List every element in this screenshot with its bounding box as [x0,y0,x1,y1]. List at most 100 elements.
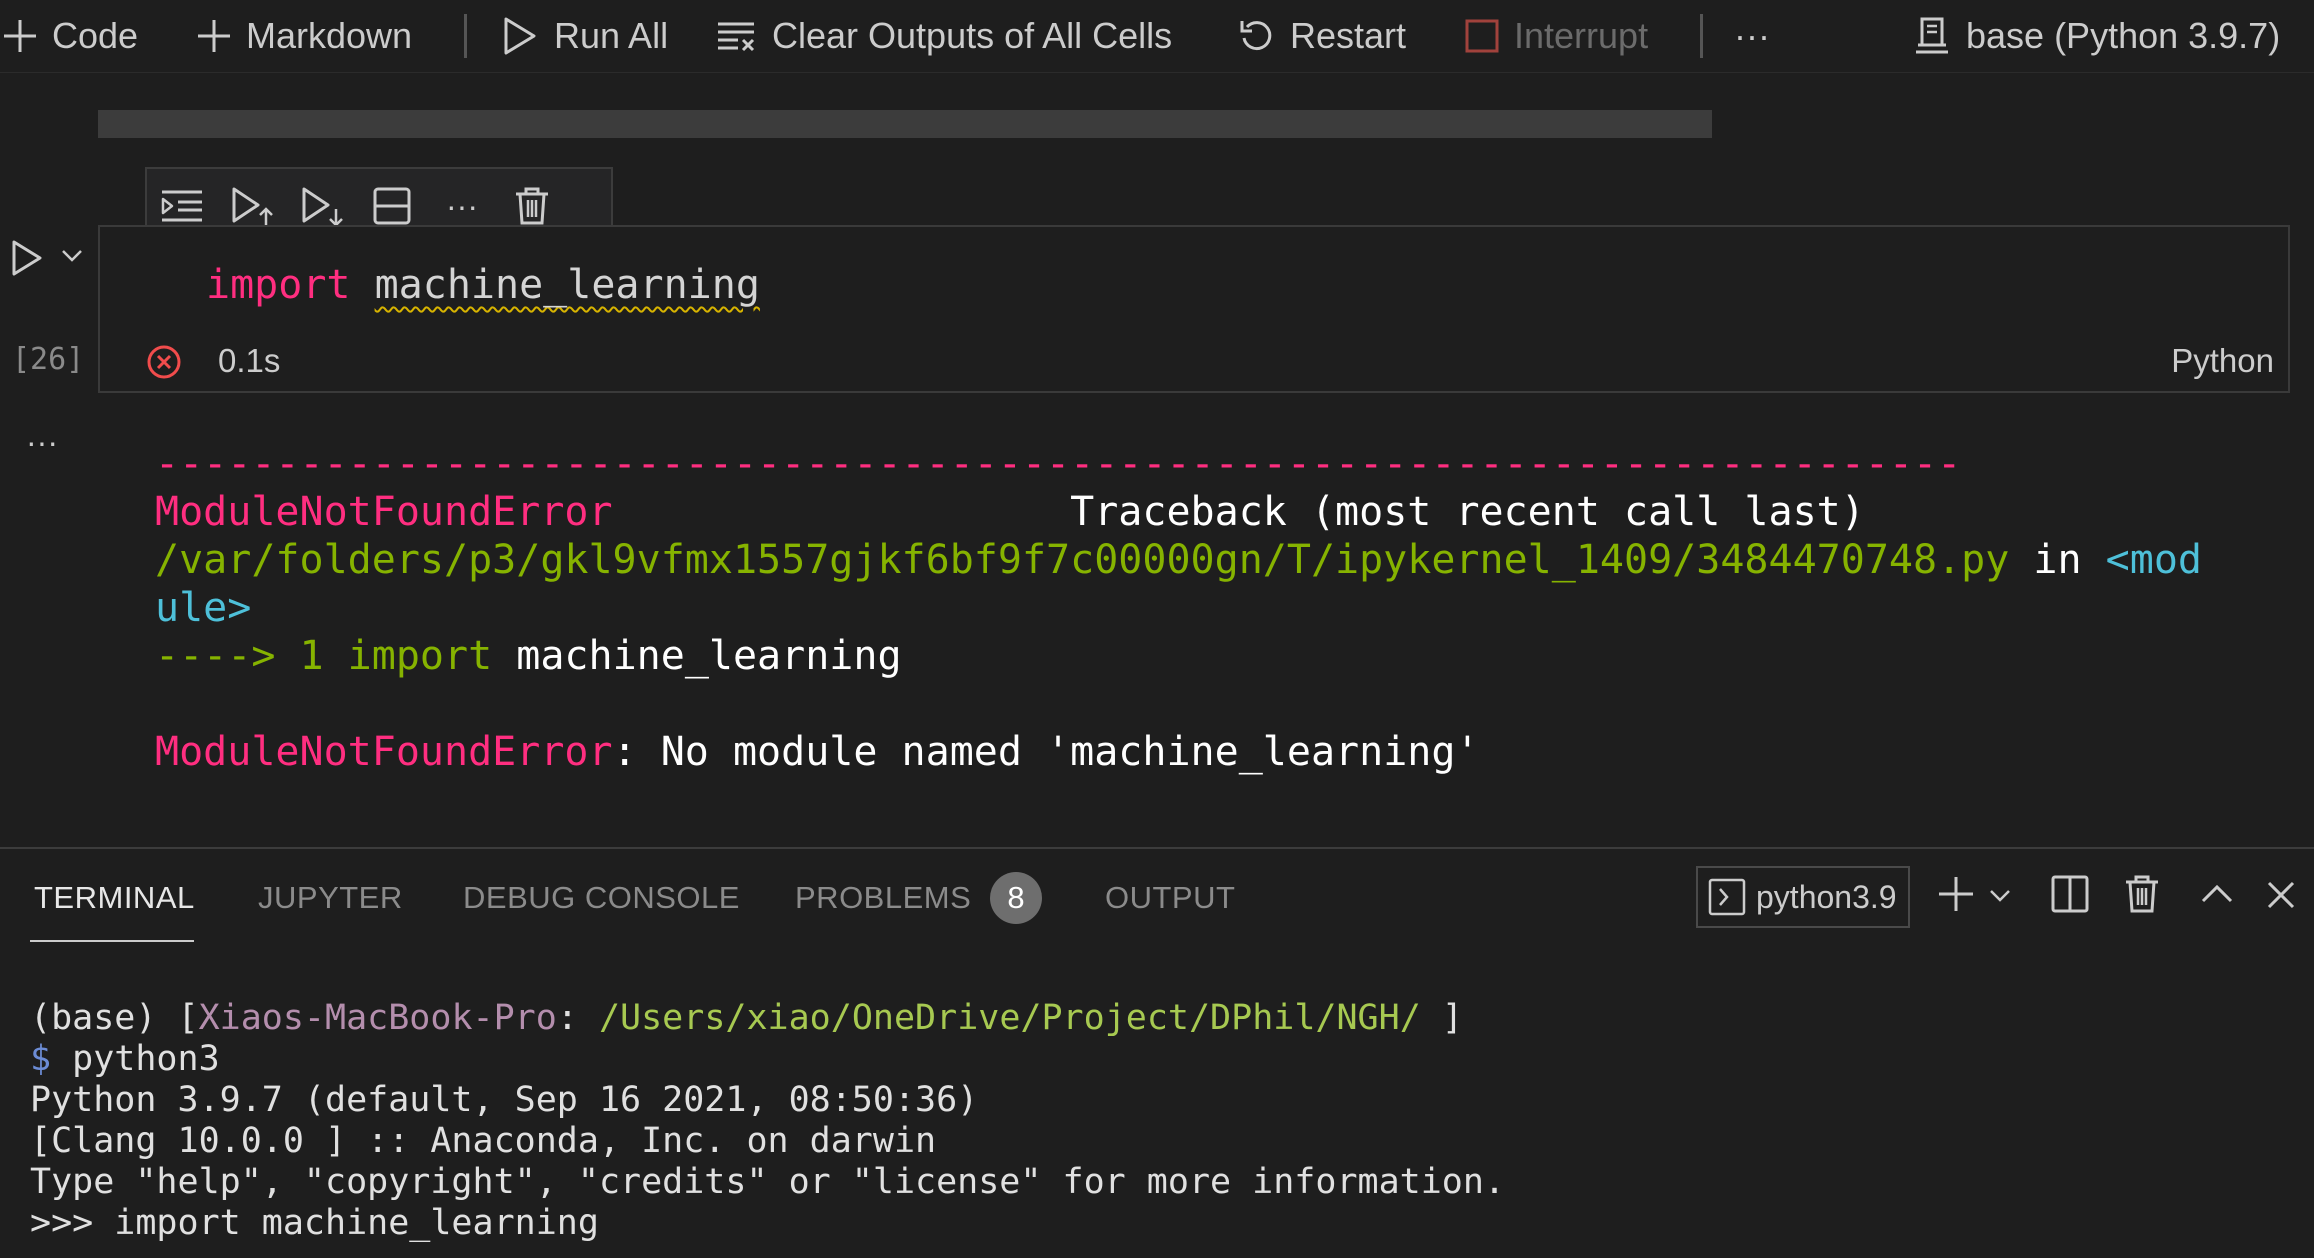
prompt-dollar: $ [30,1039,52,1079]
terminal-command-line: $ python3 [30,1039,1505,1080]
close-icon [2266,880,2296,910]
clear-outputs-button[interactable]: Clear Outputs of All Cells [716,0,1172,72]
kill-terminal-button[interactable] [2124,874,2160,914]
add-markdown-cell-button[interactable]: Markdown [196,0,412,72]
prompt-colon: : [556,998,599,1038]
terminal-name: python3.9 [1756,878,1897,915]
terminal-icon [1708,878,1746,916]
plus-icon [1936,874,1976,914]
split-cell-icon [372,186,412,226]
new-terminal-button[interactable] [1936,874,1976,914]
code-module-name: machine_learning [374,262,760,308]
tab-problems[interactable]: PROBLEMS [795,880,971,916]
tab-output[interactable]: OUTPUT [1105,880,1235,916]
execution-count: [26] [12,342,85,377]
traceback-in: in [2009,537,2106,583]
tab-debug-console[interactable]: DEBUG CONSOLE [463,880,740,916]
problems-count-badge: 8 [990,872,1042,924]
terminal-selector[interactable]: python3.9 [1696,866,1910,928]
run-above-icon [230,185,274,227]
run-options-button[interactable] [60,248,84,264]
maximize-panel-button[interactable] [2200,882,2234,904]
error-message-line: ModuleNotFoundError: No module named 'ma… [155,728,2285,776]
split-icon [2050,874,2090,914]
prompt-prefix: (base) [ [30,998,199,1038]
traceback-file-path: /var/folders/p3/gkl9vfmx1557gjkf6bf9f7c0… [155,537,2010,583]
traceback-module: machine_learning [492,633,902,679]
prompt-path: /Users/xiao/OneDrive/Project/DPhil/NGH/ [598,998,1421,1038]
collapsed-cell-bar[interactable] [98,110,1712,138]
interrupt-label: Interrupt [1514,15,1649,56]
execution-duration: 0.1s [218,342,281,379]
run-all-icon [500,16,540,56]
add-code-cell-button[interactable]: Code [2,0,138,72]
terminal-line: [Clang 10.0.0 ] :: Anaconda, Inc. on dar… [30,1121,937,1161]
kernel-picker-button[interactable]: base (Python 3.9.7) [1912,0,2280,72]
more-actions-button[interactable]: ··· [1734,0,1770,72]
kernel-label: base (Python 3.9.7) [1966,15,2281,56]
terminal-options-button[interactable] [1988,888,2012,904]
error-status-icon [146,344,182,380]
toolbar-divider [1700,14,1703,58]
run-by-line-icon [160,188,204,224]
run-below-icon [300,185,344,227]
terminal-command: python3 [51,1039,220,1079]
error-message: : No module named 'machine_learning' [612,729,1480,775]
traceback-header: Traceback (most recent call last) [1070,489,1865,535]
stop-icon [1464,18,1500,54]
traceback-file-line: /var/folders/p3/gkl9vfmx1557gjkf6bf9f7c0… [155,536,2285,584]
toolbar-divider [464,14,467,58]
terminal-prompt-line: (base) [Xiaos-MacBook-Pro: /Users/xiao/O… [30,998,1505,1039]
cell-language-button[interactable]: Python [2171,342,2274,380]
error-type: ModuleNotFoundError [155,489,613,535]
chevron-down-icon [60,248,84,264]
close-panel-button[interactable] [2266,880,2296,910]
prompt-suffix: ] [1420,998,1463,1038]
restart-button[interactable]: Restart [1238,0,1406,72]
split-terminal-button[interactable] [2050,874,2090,914]
trash-icon [514,186,550,226]
traceback-arrow-line: ----> 1 import machine_learning [155,632,2285,680]
cell-output: ----------------------------------------… [155,440,2285,776]
terminal-line: >>> import machine_learning [30,1203,599,1243]
output-more-button[interactable]: ··· [26,424,58,461]
run-all-button[interactable]: Run All [500,0,668,72]
add-code-label: Code [52,15,139,56]
tab-jupyter[interactable]: JUPYTER [258,880,403,916]
traceback-separator: ----------------------------------------… [155,441,1962,487]
tab-terminal[interactable]: TERMINAL [34,880,195,916]
terminal-output[interactable]: (base) [Xiaos-MacBook-Pro: /Users/xiao/O… [30,998,1505,1244]
panel-divider [0,847,2314,849]
clear-outputs-label: Clear Outputs of All Cells [772,15,1173,56]
code-keyword: import [206,262,351,308]
error-type: ModuleNotFoundError [155,729,613,775]
terminal-line: Python 3.9.7 (default, Sep 16 2021, 08:5… [30,1080,979,1120]
kernel-icon [1912,16,1952,56]
active-tab-indicator [30,940,194,942]
traceback-arrow: ----> 1 [155,633,348,679]
run-cell-button[interactable] [10,238,44,278]
notebook-toolbar: Code Markdown Run All Clear Outputs of A… [0,0,2314,73]
restart-label: Restart [1290,15,1407,56]
more-icon: ··· [1734,15,1770,56]
trash-icon [2124,874,2160,914]
traceback-header-line: ModuleNotFoundError Traceback (most rece… [155,488,2285,536]
traceback-module-part1: <mod [2105,537,2202,583]
interrupt-button[interactable]: Interrupt [1464,0,1648,72]
run-icon [10,238,44,278]
plus-icon [196,18,232,54]
terminal-line: Type "help", "copyright", "credits" or "… [30,1162,1506,1202]
code-editor-line[interactable]: import machine_learning [206,262,760,308]
run-all-label: Run All [554,15,669,56]
clear-all-icon [716,18,758,54]
more-icon: ··· [26,424,58,460]
prompt-host: Xiaos-MacBook-Pro [198,998,557,1038]
traceback-module-part2: ule> [155,585,252,631]
more-icon: ··· [446,187,478,224]
restart-icon [1238,17,1276,55]
chevron-down-icon [1988,888,2012,904]
chevron-up-icon [2200,882,2234,904]
traceback-import: import [347,633,493,679]
plus-icon [2,18,38,54]
code-cell[interactable] [98,225,2290,393]
